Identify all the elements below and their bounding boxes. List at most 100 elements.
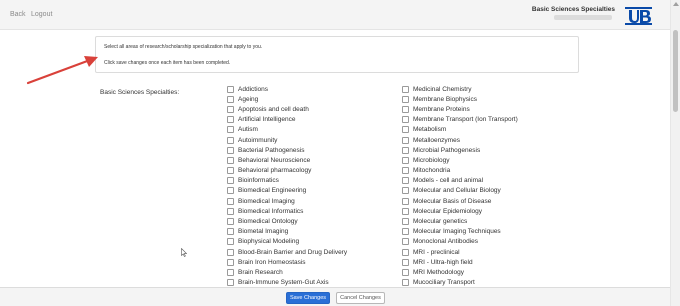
- action-footer: Save Changes Cancel Changes: [0, 287, 670, 306]
- specialty-option[interactable]: Models - cell and animal: [402, 176, 518, 186]
- back-link[interactable]: Back: [10, 11, 26, 18]
- specialty-label: Molecular Epidemiology: [413, 207, 483, 215]
- cancel-changes-button[interactable]: Cancel Changes: [336, 292, 385, 304]
- checkbox[interactable]: [402, 279, 409, 287]
- checkbox[interactable]: [227, 136, 234, 144]
- specialty-option[interactable]: Artificial Intelligence: [227, 115, 347, 125]
- checkbox[interactable]: [227, 238, 234, 246]
- specialty-option[interactable]: Metabolism: [402, 125, 518, 135]
- specialty-option[interactable]: Molecular and Cellular Biology: [402, 186, 518, 196]
- specialty-label: Artificial Intelligence: [238, 116, 296, 124]
- specialty-label: Monoclonal Antibodies: [413, 238, 479, 246]
- specialty-option[interactable]: Membrane Proteins: [402, 104, 518, 114]
- checkbox[interactable]: [402, 248, 409, 256]
- specialty-label: Membrane Transport (Ion Transport): [413, 116, 518, 124]
- checkbox[interactable]: [227, 85, 234, 93]
- specialty-option[interactable]: Bacterial Pathogenesis: [227, 145, 347, 155]
- checkbox[interactable]: [227, 95, 234, 103]
- specialty-option[interactable]: Behavioral Neuroscience: [227, 155, 347, 165]
- instructions-line-2: Click save changes once each item has be…: [104, 60, 231, 66]
- specialty-option[interactable]: Blood-Brain Barrier and Drug Delivery: [227, 247, 347, 257]
- specialty-option[interactable]: Monoclonal Antibodies: [402, 237, 518, 247]
- specialty-option[interactable]: Addictions: [227, 84, 347, 94]
- checkbox[interactable]: [227, 268, 234, 276]
- checkbox[interactable]: [227, 105, 234, 113]
- specialty-option[interactable]: Autoimmunity: [227, 135, 347, 145]
- specialty-option[interactable]: Membrane Biophysics: [402, 94, 518, 104]
- checkbox[interactable]: [402, 187, 409, 195]
- specialty-option[interactable]: Autism: [227, 125, 347, 135]
- checkbox[interactable]: [227, 156, 234, 164]
- specialty-label: Microbiology: [413, 156, 450, 164]
- checkbox[interactable]: [402, 238, 409, 246]
- specialty-option[interactable]: Biophysical Modeling: [227, 237, 347, 247]
- specialty-option[interactable]: Medicinal Chemistry: [402, 84, 518, 94]
- specialty-option[interactable]: Biomedical Ontology: [227, 216, 347, 226]
- checkbox[interactable]: [402, 146, 409, 154]
- logout-link[interactable]: Logout: [31, 11, 52, 18]
- checkbox[interactable]: [227, 177, 234, 185]
- scroll-up-arrow-icon[interactable]: [673, 2, 679, 6]
- specialty-label: Metabolism: [413, 126, 447, 134]
- checkbox[interactable]: [227, 167, 234, 175]
- checkbox[interactable]: [402, 136, 409, 144]
- specialty-option[interactable]: Molecular Imaging Techniques: [402, 227, 518, 237]
- specialty-option[interactable]: Mitochondria: [402, 166, 518, 176]
- checkbox[interactable]: [227, 258, 234, 266]
- specialty-option[interactable]: Microbial Pathogenesis: [402, 145, 518, 155]
- scroll-thumb[interactable]: [673, 30, 678, 112]
- specialty-option[interactable]: Molecular Basis of Disease: [402, 196, 518, 206]
- checkbox[interactable]: [402, 95, 409, 103]
- checkbox[interactable]: [227, 248, 234, 256]
- specialty-option[interactable]: Molecular Epidemiology: [402, 206, 518, 216]
- specialty-option[interactable]: Membrane Transport (Ion Transport): [402, 115, 518, 125]
- checkbox[interactable]: [227, 126, 234, 134]
- checkbox[interactable]: [227, 279, 234, 287]
- checkbox[interactable]: [402, 218, 409, 226]
- specialty-label: Membrane Proteins: [413, 105, 470, 113]
- checkbox[interactable]: [402, 207, 409, 215]
- specialty-option[interactable]: MRI Methodology: [402, 267, 518, 277]
- checkbox[interactable]: [402, 156, 409, 164]
- checkbox[interactable]: [227, 146, 234, 154]
- ub-logo-icon[interactable]: [625, 7, 652, 25]
- checkbox[interactable]: [402, 126, 409, 134]
- save-changes-button[interactable]: Save Changes: [286, 292, 330, 304]
- specialty-option[interactable]: MRI - preclinical: [402, 247, 518, 257]
- specialty-option[interactable]: Brain Research: [227, 267, 347, 277]
- specialty-option[interactable]: Microbiology: [402, 155, 518, 165]
- checkbox[interactable]: [402, 258, 409, 266]
- specialty-option[interactable]: Metalloenzymes: [402, 135, 518, 145]
- checkbox[interactable]: [227, 116, 234, 124]
- specialty-option[interactable]: Behavioral pharmacology: [227, 166, 347, 176]
- specialty-label: Addictions: [238, 85, 268, 93]
- checkbox[interactable]: [402, 105, 409, 113]
- checkbox[interactable]: [227, 218, 234, 226]
- specialty-label: Brain-Immune System-Gut Axis: [238, 279, 329, 287]
- specialty-option[interactable]: Ageing: [227, 94, 347, 104]
- specialty-option[interactable]: Molecular genetics: [402, 216, 518, 226]
- specialty-option[interactable]: Bioinformatics: [227, 176, 347, 186]
- checkbox[interactable]: [227, 207, 234, 215]
- specialty-option[interactable]: Biometal Imaging: [227, 227, 347, 237]
- checkbox[interactable]: [402, 228, 409, 236]
- specialties-list-left: Addictions Ageing Apoptosis and cell dea…: [227, 84, 347, 288]
- checkbox[interactable]: [402, 177, 409, 185]
- specialty-option[interactable]: Biomedical Imaging: [227, 196, 347, 206]
- checkbox[interactable]: [402, 268, 409, 276]
- checkbox[interactable]: [402, 197, 409, 205]
- checkbox[interactable]: [402, 167, 409, 175]
- checkbox[interactable]: [227, 187, 234, 195]
- checkbox[interactable]: [227, 228, 234, 236]
- specialty-label: Microbial Pathogenesis: [413, 146, 481, 154]
- specialty-option[interactable]: MRI - Ultra-high field: [402, 257, 518, 267]
- vertical-scrollbar[interactable]: [670, 0, 680, 306]
- specialty-label: MRI - preclinical: [413, 248, 460, 256]
- checkbox[interactable]: [227, 197, 234, 205]
- checkbox[interactable]: [402, 85, 409, 93]
- specialty-option[interactable]: Biomedical Informatics: [227, 206, 347, 216]
- specialty-option[interactable]: Apoptosis and cell death: [227, 104, 347, 114]
- specialty-option[interactable]: Brain Iron Homeostasis: [227, 257, 347, 267]
- specialty-option[interactable]: Biomedical Engineering: [227, 186, 347, 196]
- checkbox[interactable]: [402, 116, 409, 124]
